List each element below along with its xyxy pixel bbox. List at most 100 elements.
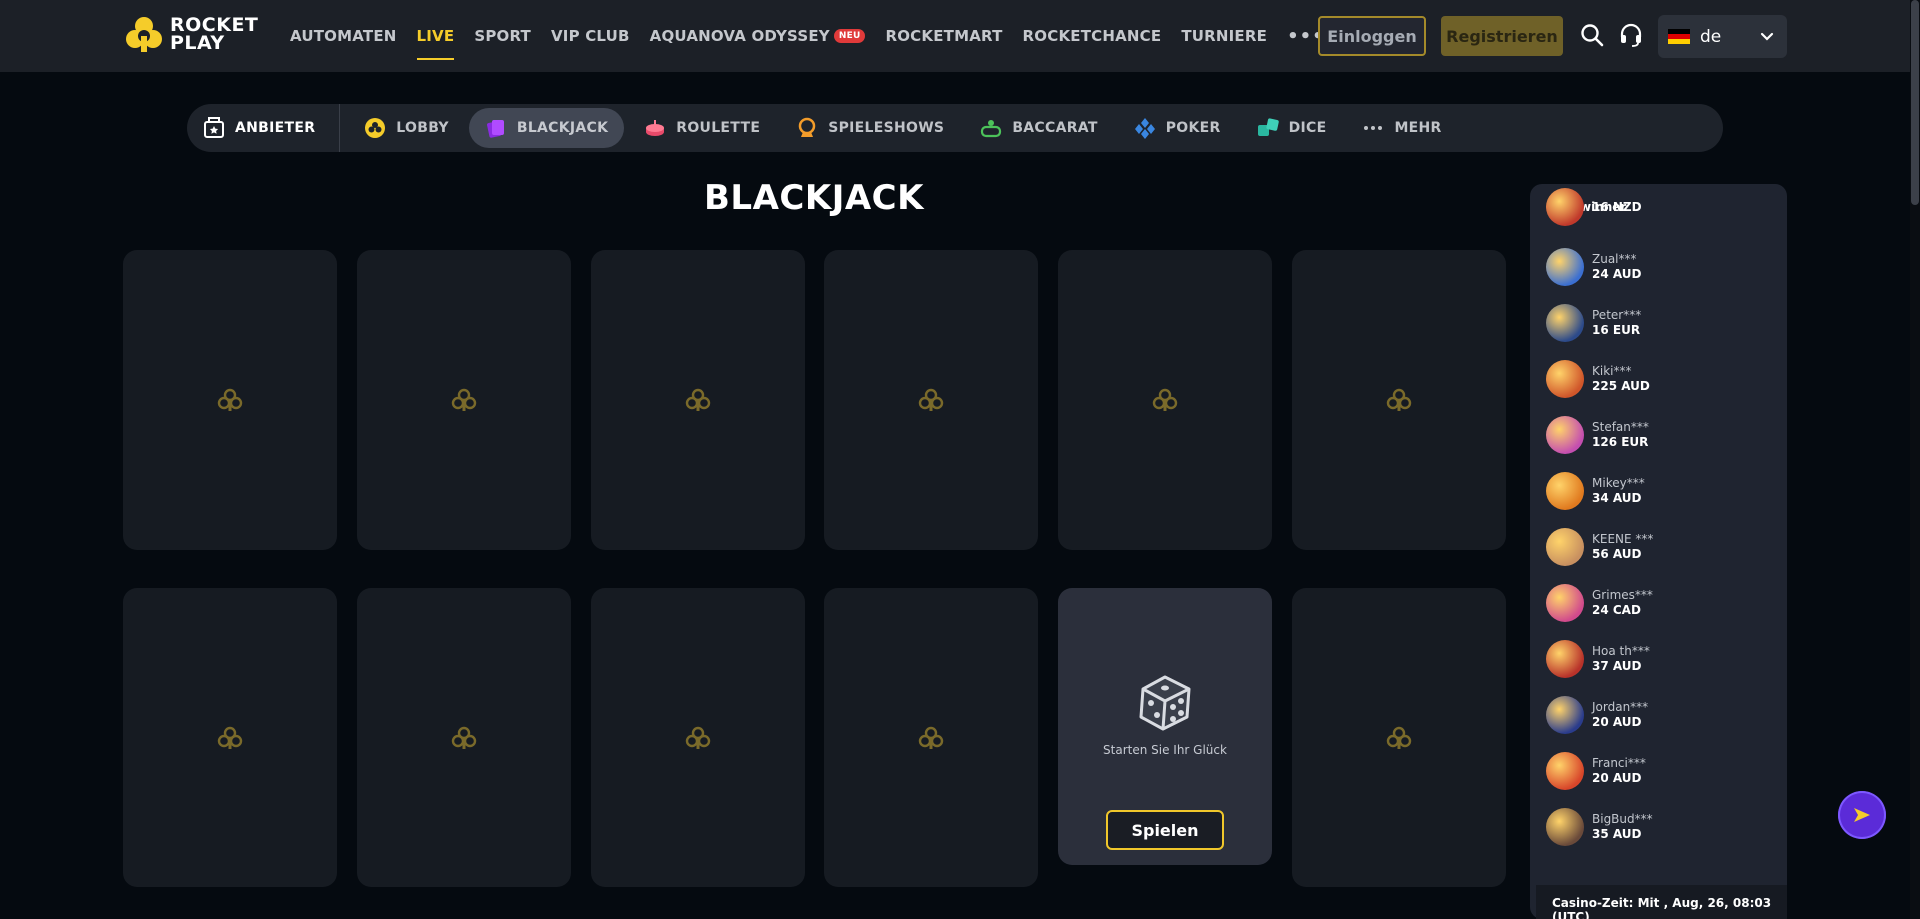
game-card-placeholder[interactable] [591,588,805,887]
game-avatar [1546,528,1584,566]
nav-rocketchance[interactable]: ROCKETCHANCE [1023,0,1162,72]
tab-blackjack[interactable]: BLACKJACK [468,108,625,148]
club-icon [365,118,386,138]
random-game-card[interactable]: Starten Sie Ihr Glück Spielen [1058,588,1272,865]
winner-amount: 16 EUR [1592,323,1641,337]
nav-live[interactable]: LIVE [416,0,455,72]
play-button[interactable]: Spielen [1106,810,1224,850]
winner-name: Stefan*** [1592,420,1649,434]
club-loading-icon [918,726,944,749]
winner-item[interactable]: Hoa th*** 37 AUD [1546,640,1650,678]
nav-turniere[interactable]: TURNIERE [1181,0,1267,72]
tab-poker[interactable]: POKER [1118,108,1237,148]
game-card-placeholder[interactable] [123,588,337,887]
winner-item[interactable]: Zual*** 24 AUD [1546,248,1642,286]
winner-amount: 126 EUR [1592,435,1649,449]
chat-launcher-button[interactable] [1838,791,1886,839]
winner-item[interactable]: Jordan*** 20 AUD [1546,696,1648,734]
tab-lobby[interactable]: LOBBY [348,108,465,148]
winner-amount: 35 AUD [1592,827,1642,841]
nav-label: LIVE [416,27,455,45]
chevron-down-icon [1760,32,1774,41]
providers-label: ANBIETER [235,120,316,136]
category-bar: ANBIETER LOBBY BLACKJACK ROULETTE SPIELE… [187,104,1723,152]
roulette-icon [646,120,665,136]
tab-roulette[interactable]: ROULETTE [628,108,776,148]
winner-item[interactable]: Franci*** 20 AUD [1546,752,1646,790]
winner-amount: 34 AUD [1592,491,1642,505]
providers-button[interactable]: ANBIETER [187,108,331,148]
game-avatar [1546,584,1584,622]
game-avatar [1546,808,1584,846]
nav-automaten[interactable]: AUTOMATEN [290,0,397,72]
winner-item[interactable]: Stefan*** 126 EUR [1546,416,1649,454]
providers-icon [204,117,224,138]
game-card-placeholder[interactable] [357,250,571,550]
nav-label: VIP CLUB [550,27,630,45]
nav-rocketmart[interactable]: ROCKETMART [885,0,1002,72]
winner-amount: 37 AUD [1592,659,1642,673]
winner-item[interactable]: Peter*** 16 EUR [1546,304,1641,342]
gameshow-icon [798,117,816,137]
poker-icon [1134,118,1155,139]
tab-baccarat[interactable]: BACCARAT [964,108,1113,148]
club-loading-icon [217,388,243,411]
winner-item[interactable]: Grimes*** 24 CAD [1546,584,1653,622]
new-badge: NEU [833,29,866,43]
winner-amount: 56 AUD [1592,547,1642,561]
tab-label: ROULETTE [676,120,761,136]
game-card-placeholder[interactable] [824,588,1038,887]
tab-spieleshows[interactable]: SPIELESHOWS [780,108,960,148]
winner-name: Kiki*** [1592,364,1632,378]
login-button[interactable]: Einloggen [1318,16,1426,56]
winner-name: Franci*** [1592,756,1646,770]
winner-item[interactable]: 16 NZD [1546,188,1642,226]
nav-aquanova-odyssey[interactable]: AQUANOVA ODYSSEY NEU [650,0,866,72]
logo[interactable]: ROCKET PLAY [124,14,258,54]
game-card-placeholder[interactable] [591,250,805,550]
club-loading-icon [451,388,477,411]
game-card-placeholder[interactable] [123,250,337,550]
winner-item[interactable]: BigBud*** 35 AUD [1546,808,1653,846]
scrollbar-thumb[interactable] [1911,0,1919,205]
game-avatar [1546,304,1584,342]
language-label: de [1700,26,1722,47]
game-avatar [1546,416,1584,454]
nav-sport[interactable]: SPORT [474,0,531,72]
nav-label: ROCKETMART [885,27,1003,45]
nav-label: TURNIERE [1181,27,1268,45]
language-selector[interactable]: de [1658,15,1787,58]
winner-item[interactable]: KEENE *** 56 AUD [1546,528,1653,566]
winner-name: Jordan*** [1592,700,1649,714]
winner-amount: 16 NZD [1592,199,1642,214]
club-loading-icon [685,726,711,749]
tab-label: MEHR [1394,120,1442,136]
winner-item[interactable]: Kiki*** 225 AUD [1546,360,1650,398]
winner-name: BigBud*** [1592,812,1653,826]
game-card-placeholder[interactable] [1058,250,1272,550]
search-icon[interactable] [1579,22,1605,48]
club-loading-icon [1386,388,1412,411]
tab-label: LOBBY [396,120,449,136]
tab-label: SPIELESHOWS [828,120,945,136]
winner-item[interactable]: Mikey*** 34 AUD [1546,472,1645,510]
more-icon [1364,126,1383,130]
nav-label: SPORT [474,27,531,45]
game-card-placeholder[interactable] [1292,250,1506,550]
tab-label: BACCARAT [1012,120,1098,136]
game-card-placeholder[interactable] [1292,588,1506,887]
winner-amount: 24 CAD [1592,603,1641,617]
tab-mehr[interactable]: MEHR [1346,108,1457,148]
game-avatar [1546,188,1584,226]
nav-label: AQUANOVA ODYSSEY [649,27,830,45]
tab-label: POKER [1165,120,1221,136]
game-card-placeholder[interactable] [357,588,571,887]
winner-name: KEENE *** [1592,532,1654,546]
tab-dice[interactable]: DICE [1241,108,1343,148]
headset-icon[interactable] [1618,22,1644,48]
nav-vip-club[interactable]: VIP CLUB [551,0,630,72]
game-avatar [1546,248,1584,286]
register-button[interactable]: Registrieren [1441,16,1563,56]
game-card-placeholder[interactable] [824,250,1038,550]
nav-label: AUTOMATEN [290,27,397,45]
